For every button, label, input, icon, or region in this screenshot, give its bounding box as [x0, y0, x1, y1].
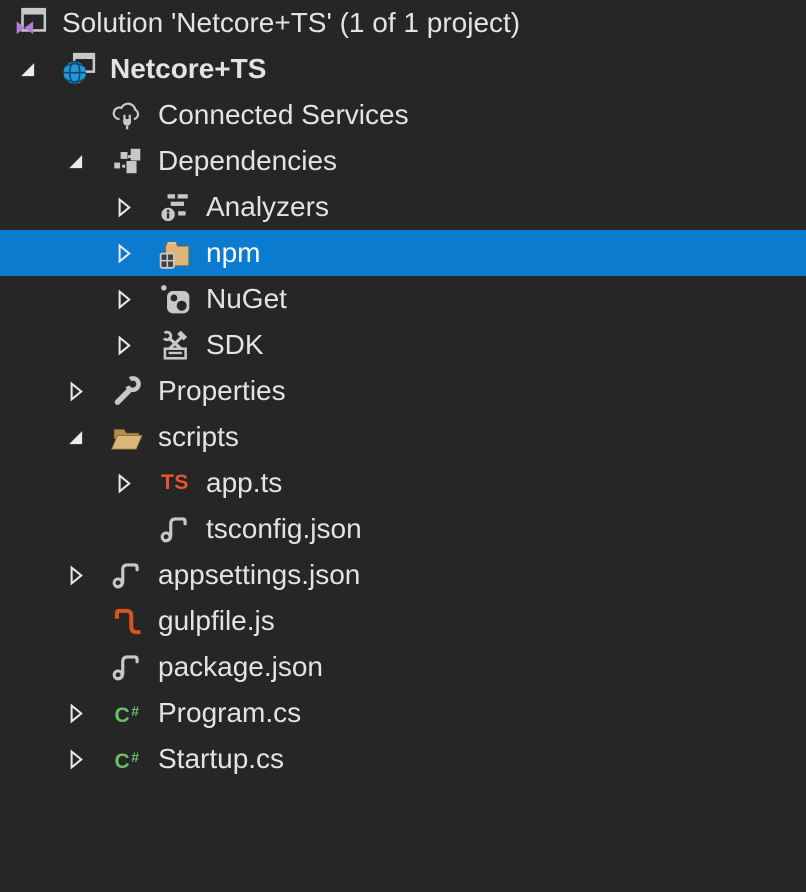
tree-item-scripts[interactable]: scripts	[0, 414, 806, 460]
tree-item-label: tsconfig.json	[206, 506, 362, 552]
tree-item-label: Dependencies	[158, 138, 337, 184]
typescript-icon: TS	[158, 465, 192, 501]
expander-collapsed-icon[interactable]	[110, 196, 158, 219]
dependencies-icon	[110, 143, 144, 179]
csharp-icon: C#	[110, 741, 144, 777]
project-icon	[62, 51, 96, 87]
connected-services-icon	[110, 97, 144, 133]
json-icon	[158, 511, 192, 547]
tree-item-label: SDK	[206, 322, 264, 368]
expander-expanded-icon[interactable]	[14, 58, 62, 81]
tree-item-label: Properties	[158, 368, 286, 414]
tree-item-label: gulpfile.js	[158, 598, 275, 644]
properties-wrench-icon	[110, 373, 144, 409]
tree-item-label: app.ts	[206, 460, 282, 506]
expander-collapsed-icon[interactable]	[110, 288, 158, 311]
tree-item-npm[interactable]: npm	[0, 230, 806, 276]
tree-item-gulpfile-js[interactable]: gulpfile.js	[0, 598, 806, 644]
tree-item-label: Analyzers	[206, 184, 329, 230]
tree-item-label: npm	[206, 230, 260, 276]
expander-collapsed-icon[interactable]	[110, 472, 158, 495]
json-icon	[110, 649, 144, 685]
analyzers-icon	[158, 189, 192, 225]
tree-item-netcore-ts[interactable]: Netcore+TS	[0, 46, 806, 92]
tree-item-solution-netcore-ts-1-of-1-project[interactable]: Solution 'Netcore+TS' (1 of 1 project)	[0, 0, 806, 46]
tree-item-nuget[interactable]: NuGet	[0, 276, 806, 322]
tree-item-label: appsettings.json	[158, 552, 360, 598]
csharp-icon: C#	[110, 695, 144, 731]
expander-collapsed-icon[interactable]	[62, 380, 110, 403]
json-icon	[110, 557, 144, 593]
npm-folder-icon	[158, 235, 192, 271]
nuget-icon	[158, 281, 192, 317]
expander-collapsed-icon[interactable]	[62, 702, 110, 725]
tree-item-sdk[interactable]: SDK	[0, 322, 806, 368]
tree-item-analyzers[interactable]: Analyzers	[0, 184, 806, 230]
expander-collapsed-icon[interactable]	[110, 334, 158, 357]
solution-explorer-tree: Solution 'Netcore+TS' (1 of 1 project) N…	[0, 0, 806, 782]
expander-collapsed-icon[interactable]	[110, 242, 158, 265]
expander-expanded-icon[interactable]	[62, 426, 110, 449]
tree-item-appsettings-json[interactable]: appsettings.json	[0, 552, 806, 598]
tree-item-label: Solution 'Netcore+TS' (1 of 1 project)	[62, 0, 520, 46]
tree-item-app-ts[interactable]: TS app.ts	[0, 460, 806, 506]
tree-item-label: NuGet	[206, 276, 287, 322]
expander-collapsed-icon[interactable]	[62, 748, 110, 771]
tree-item-startup-cs[interactable]: C# Startup.cs	[0, 736, 806, 782]
folder-open-icon	[110, 419, 144, 455]
tree-item-label: Netcore+TS	[110, 46, 266, 92]
tree-item-label: Startup.cs	[158, 736, 284, 782]
tree-item-dependencies[interactable]: Dependencies	[0, 138, 806, 184]
tree-item-label: Connected Services	[158, 92, 409, 138]
javascript-icon	[110, 603, 144, 639]
expander-expanded-icon[interactable]	[62, 150, 110, 173]
expander-collapsed-icon[interactable]	[62, 564, 110, 587]
sdk-icon	[158, 327, 192, 363]
tree-item-label: package.json	[158, 644, 323, 690]
tree-item-connected-services[interactable]: Connected Services	[0, 92, 806, 138]
tree-item-properties[interactable]: Properties	[0, 368, 806, 414]
tree-item-label: Program.cs	[158, 690, 301, 736]
tree-item-program-cs[interactable]: C# Program.cs	[0, 690, 806, 736]
tree-item-label: scripts	[158, 414, 239, 460]
solution-icon	[14, 5, 48, 41]
tree-item-package-json[interactable]: package.json	[0, 644, 806, 690]
tree-item-tsconfig-json[interactable]: tsconfig.json	[0, 506, 806, 552]
